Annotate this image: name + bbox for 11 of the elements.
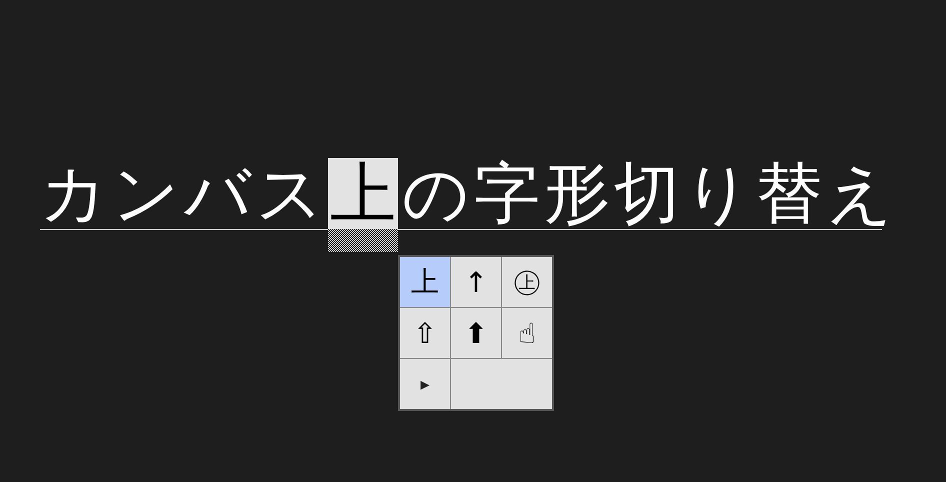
glyph-option[interactable]: ↑ [451, 257, 501, 307]
composed-text: の字形切り替え [402, 158, 898, 229]
selection-marker [328, 229, 398, 252]
glyph-option[interactable]: ㊤ [502, 257, 552, 307]
glyph-option[interactable]: ⬆ [451, 308, 501, 358]
composed-text: カンバス [40, 158, 328, 229]
glyph-option[interactable]: ☝ [502, 308, 552, 358]
glyph-option[interactable]: ⇧ [400, 308, 450, 358]
glyph-option[interactable]: 上 [400, 257, 450, 307]
expand-button[interactable]: ▸ [400, 359, 450, 409]
selected-character[interactable]: 上 [328, 158, 398, 229]
